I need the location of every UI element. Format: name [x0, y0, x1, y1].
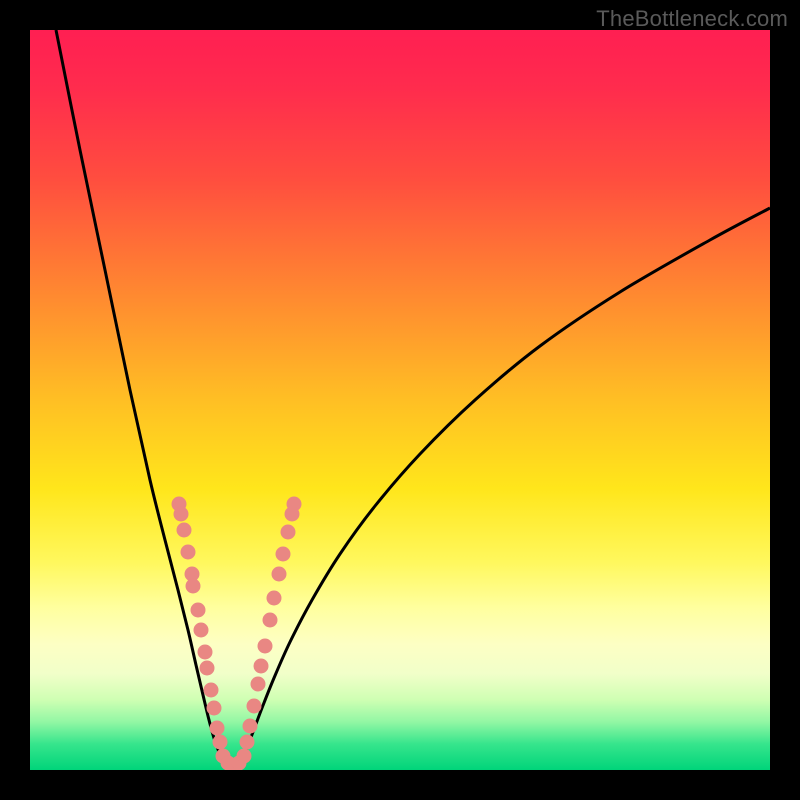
plot-area — [30, 30, 770, 770]
chart-container: TheBottleneck.com — [0, 0, 800, 800]
watermark-text: TheBottleneck.com — [596, 6, 788, 32]
gradient-background — [30, 30, 770, 770]
